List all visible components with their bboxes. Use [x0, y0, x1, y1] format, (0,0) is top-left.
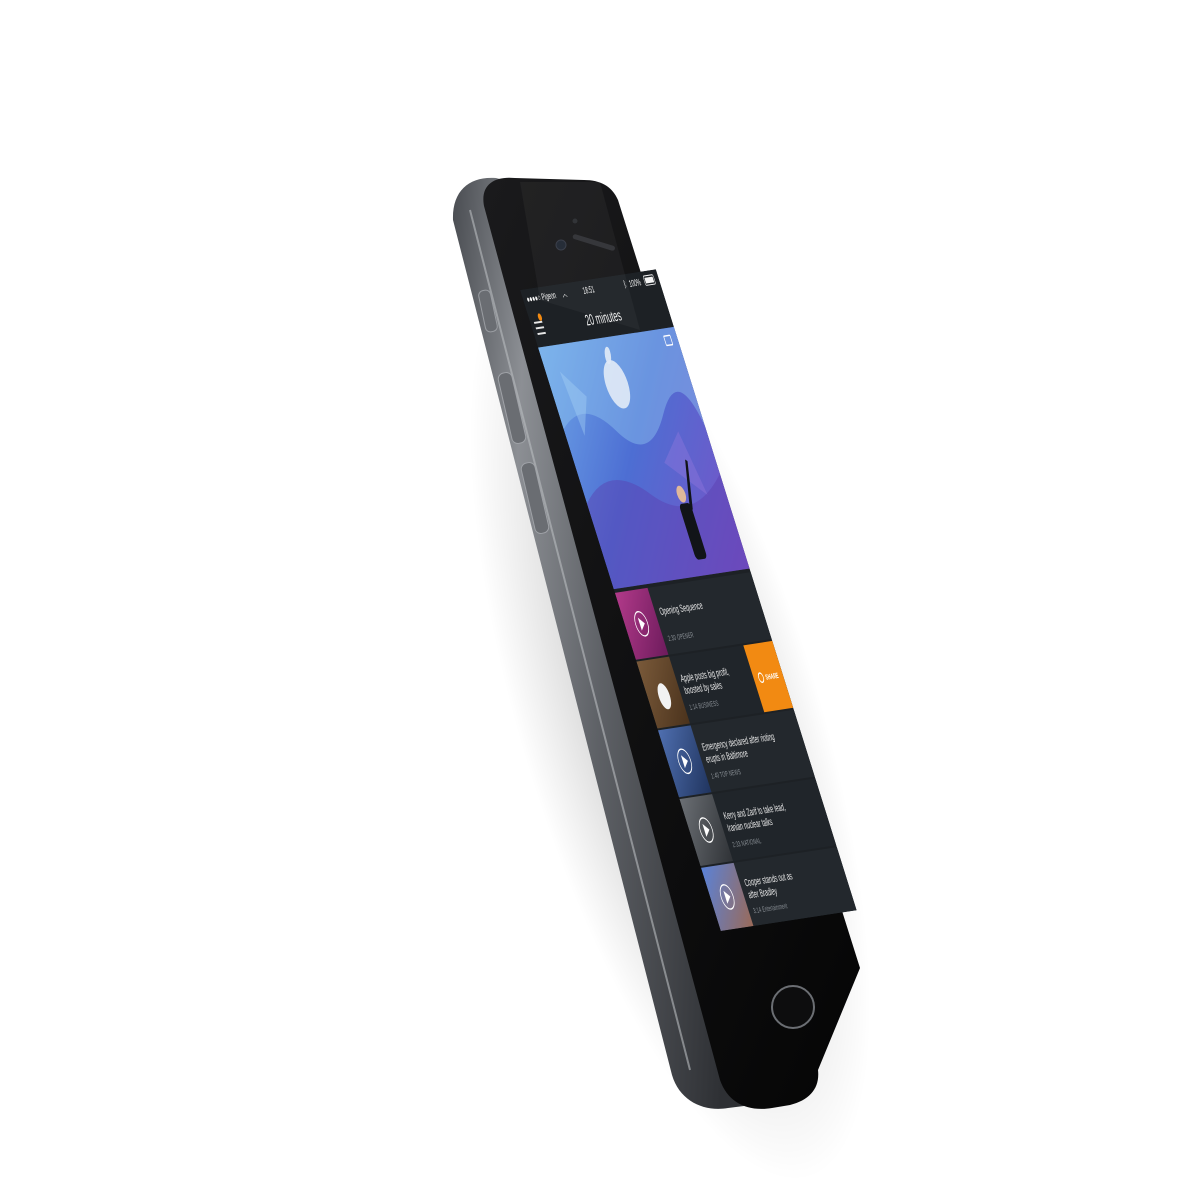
- phone-mockup-scene: ●●●●○ Pigeon ︿ 18:51 ᛒ 100% 20 minutes O…: [452, 177, 871, 1182]
- share-label: SHARE: [765, 672, 780, 682]
- home-button[interactable]: [771, 985, 815, 1029]
- battery-level: [644, 276, 655, 284]
